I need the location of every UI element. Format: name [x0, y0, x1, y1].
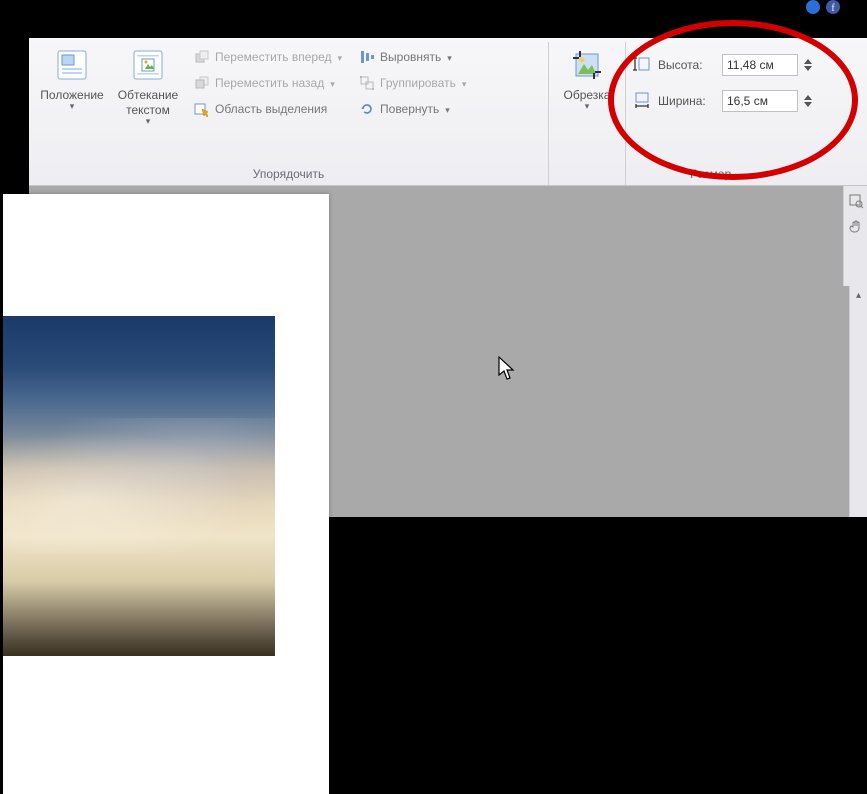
vertical-scrollbar[interactable]: ▴	[849, 286, 867, 517]
chevron-down-icon	[460, 76, 467, 90]
group-label: Группировать	[380, 76, 456, 90]
rotate-icon	[358, 100, 376, 118]
side-toolbar	[843, 186, 867, 286]
crop-button[interactable]: Обрезка	[555, 44, 619, 114]
crop-group-spacer	[555, 163, 619, 183]
wrap-text-label: Обтекание текстом	[113, 88, 183, 118]
selection-pane-button[interactable]: Область выделения	[191, 96, 344, 122]
send-backward-label: Переместить назад	[215, 76, 324, 90]
dropdown-icon	[70, 103, 75, 112]
spinner-up-icon	[804, 59, 812, 64]
arrange-group-label: Упорядочить	[35, 163, 542, 183]
zoom-tool-icon[interactable]	[847, 192, 865, 210]
width-label: Ширина:	[658, 94, 716, 108]
align-icon	[358, 48, 376, 66]
spinner-up-icon	[804, 95, 812, 100]
crop-icon	[570, 48, 604, 82]
title-bar-fragment: f	[803, 0, 843, 14]
dropdown-icon	[585, 103, 590, 112]
wrap-text-icon	[131, 48, 165, 82]
selection-pane-icon	[193, 100, 211, 118]
chevron-down-icon	[445, 50, 452, 64]
hand-tool-icon[interactable]	[847, 218, 865, 236]
chevron-down-icon	[443, 102, 450, 116]
wrap-text-button[interactable]: Обтекание текстом	[111, 44, 185, 129]
width-input[interactable]	[722, 90, 798, 112]
svg-text:f: f	[831, 3, 835, 14]
spinner-down-icon	[804, 102, 812, 107]
scroll-up-icon: ▴	[850, 286, 867, 304]
align-label: Выровнять	[380, 50, 441, 64]
spinner-down-icon	[804, 66, 812, 71]
height-icon	[632, 55, 652, 76]
inserted-image[interactable]	[3, 316, 275, 656]
group-button[interactable]: Группировать	[356, 70, 468, 96]
send-backward-icon	[193, 74, 211, 92]
ribbon: Положение Обтекание те	[29, 38, 867, 186]
send-backward-button[interactable]: Переместить назад	[191, 70, 344, 96]
height-spinner[interactable]	[804, 59, 814, 71]
position-button[interactable]: Положение	[35, 44, 109, 114]
bring-forward-label: Переместить вперед	[215, 50, 331, 64]
rotate-button[interactable]: Повернуть	[356, 96, 468, 122]
height-label: Высота:	[658, 58, 716, 72]
align-button[interactable]: Выровнять	[356, 44, 468, 70]
size-group-label: Размер	[632, 163, 861, 183]
width-icon	[632, 91, 652, 112]
bring-forward-button[interactable]: Переместить вперед	[191, 44, 344, 70]
width-spinner[interactable]	[804, 95, 814, 107]
chevron-down-icon	[328, 76, 335, 90]
rotate-label: Повернуть	[380, 102, 439, 116]
selection-pane-label: Область выделения	[215, 102, 327, 116]
chevron-down-icon	[335, 50, 342, 64]
group-icon	[358, 74, 376, 92]
dropdown-icon	[146, 118, 151, 127]
height-input[interactable]	[722, 54, 798, 76]
document-canvas[interactable]	[29, 186, 867, 517]
bring-forward-icon	[193, 48, 211, 66]
app-window: Положение Обтекание те	[29, 38, 867, 517]
position-icon	[55, 48, 89, 82]
